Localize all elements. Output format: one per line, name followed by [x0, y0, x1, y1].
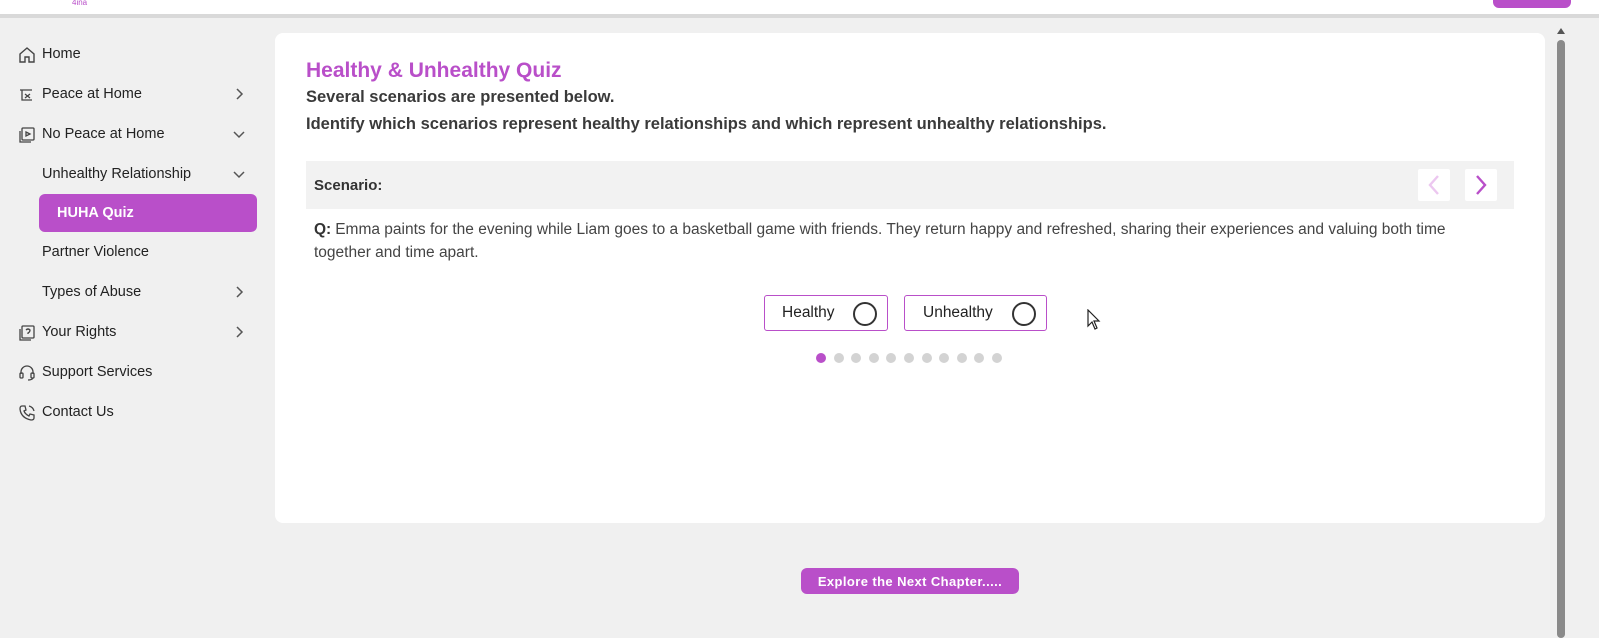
next-scenario-button[interactable]	[1465, 169, 1497, 201]
pagination-dot[interactable]	[833, 353, 844, 363]
phone-icon	[19, 405, 35, 421]
scenario-label: Scenario:	[314, 177, 383, 194]
sidebar-item-types-of-abuse[interactable]: Types of Abuse	[0, 272, 270, 312]
pagination-dot[interactable]	[921, 353, 932, 363]
sidebar-item-label: Unhealthy Relationship	[42, 166, 192, 182]
scenario-header: Scenario:	[306, 161, 1514, 209]
chevron-right-icon[interactable]	[232, 325, 246, 339]
rights-icon	[19, 325, 35, 341]
healthy-option[interactable]: Healthy	[764, 295, 888, 331]
support-icon	[19, 365, 35, 381]
quiz-subtitle: Several scenarios are presented below.	[306, 88, 615, 106]
sidebar-item-label: No Peace at Home	[42, 126, 165, 142]
pagination-dot[interactable]	[939, 353, 950, 363]
scenario-question: Q: Emma paints for the evening while Liam…	[314, 218, 1499, 264]
chevron-right-icon[interactable]	[232, 87, 246, 101]
chevron-right-icon[interactable]	[232, 285, 246, 299]
home-icon	[19, 47, 35, 63]
chevron-right-icon	[1476, 175, 1487, 195]
sidebar-item-label: Peace at Home	[42, 86, 142, 102]
unhealthy-radio[interactable]	[1012, 302, 1036, 326]
quiz-card: Healthy & Unhealthy Quiz Several scenari…	[275, 33, 1545, 523]
logo[interactable]: 4ina	[72, 0, 87, 7]
sidebar-item-label: Your Rights	[42, 324, 117, 340]
scrollbar-thumb[interactable]	[1557, 40, 1565, 638]
sidebar-item-unhealthy-relationship[interactable]: Unhealthy Relationship	[0, 154, 270, 194]
sidebar-item-label: Support Services	[42, 364, 153, 380]
sidebar: Home Peace at Home No Peace at Home Unhe…	[0, 34, 270, 432]
top-right-button[interactable]	[1493, 0, 1571, 8]
sidebar-item-label: Types of Abuse	[42, 284, 142, 300]
top-bar: 4ina	[0, 0, 1599, 18]
quiz-instructions: Identify which scenarios represent healt…	[306, 115, 1107, 133]
sidebar-item-peace-at-home[interactable]: Peace at Home	[0, 74, 270, 114]
healthy-option-label: Healthy	[782, 304, 835, 321]
sidebar-item-label: Contact Us	[42, 404, 114, 420]
pagination-dot[interactable]	[816, 353, 826, 363]
sidebar-item-your-rights[interactable]: Your Rights	[0, 312, 270, 352]
explore-next-chapter-button[interactable]: Explore the Next Chapter.....	[801, 568, 1019, 594]
chevron-down-icon[interactable]	[232, 167, 246, 181]
sidebar-item-huha-quiz[interactable]: HUHA Quiz	[39, 194, 257, 232]
sidebar-item-support-services[interactable]: Support Services	[0, 352, 270, 392]
peace-icon	[20, 89, 32, 101]
sidebar-item-label: Home	[42, 46, 81, 62]
unhealthy-option-label: Unhealthy	[923, 304, 993, 321]
question-prefix: Q:	[314, 221, 332, 238]
sidebar-item-label: HUHA Quiz	[57, 205, 134, 221]
pagination-dot[interactable]	[974, 353, 985, 363]
unhealthy-option[interactable]: Unhealthy	[904, 295, 1047, 331]
pagination-dot[interactable]	[991, 353, 1002, 363]
sidebar-item-no-peace-at-home[interactable]: No Peace at Home	[0, 114, 270, 154]
mouse-cursor-icon	[1087, 309, 1101, 330]
sidebar-item-home[interactable]: Home	[0, 34, 270, 74]
pagination-dots	[816, 353, 1002, 363]
pagination-dot[interactable]	[868, 353, 879, 363]
healthy-radio[interactable]	[853, 302, 877, 326]
chevron-down-icon[interactable]	[232, 127, 246, 141]
video-icon	[19, 127, 35, 143]
previous-scenario-button[interactable]	[1418, 169, 1450, 201]
chevron-left-icon	[1428, 175, 1439, 195]
pagination-dot[interactable]	[956, 353, 967, 363]
pagination-dot[interactable]	[851, 353, 862, 363]
scroll-up-icon[interactable]	[1557, 28, 1565, 34]
pagination-dot[interactable]	[886, 353, 897, 363]
sidebar-item-partner-violence[interactable]: Partner Violence	[0, 232, 270, 272]
pagination-dot[interactable]	[903, 353, 914, 363]
question-text: Emma paints for the evening while Liam g…	[314, 221, 1446, 261]
sidebar-item-label: Partner Violence	[42, 244, 149, 260]
scrollbar[interactable]	[1553, 22, 1569, 638]
sidebar-item-contact-us[interactable]: Contact Us	[0, 392, 270, 432]
page-title: Healthy & Unhealthy Quiz	[306, 59, 562, 82]
